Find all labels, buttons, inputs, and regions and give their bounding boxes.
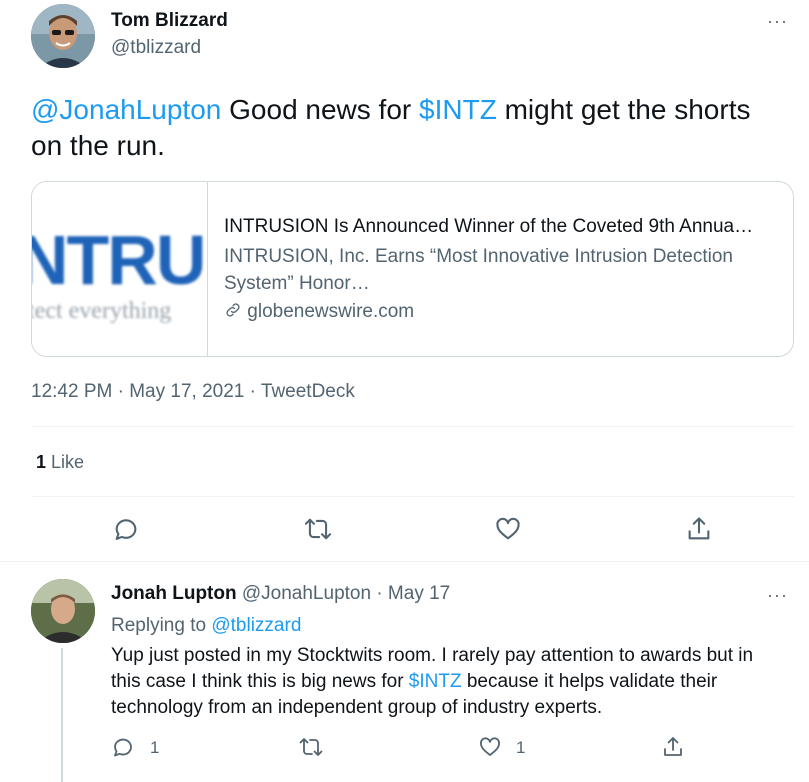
thread-line	[61, 648, 63, 782]
author-name[interactable]: Tom Blizzard	[111, 10, 228, 32]
replying-to: Replying to @tblizzard	[111, 615, 301, 637]
link-preview-card[interactable]: NTRU tect everything INTRUSION Is Announ…	[31, 181, 794, 357]
card-thumbnail: NTRU tect everything	[32, 182, 208, 356]
author-avatar[interactable]	[31, 4, 95, 68]
card-logo-tagline: tect everything	[32, 298, 172, 324]
retweet-icon[interactable]	[303, 515, 333, 543]
reply-header: Jonah Lupton @JonahLupton · May 17	[111, 583, 450, 605]
reply-reply-count: 1	[150, 738, 160, 757]
more-options-icon[interactable]: ···	[767, 12, 788, 30]
reply-more-options-icon[interactable]: ···	[767, 586, 788, 604]
card-title: INTRUSION Is Announced Winner of the Cov…	[224, 216, 754, 237]
tweet-text: @JonahLupton Good news for $INTZ might g…	[31, 92, 771, 164]
author-handle[interactable]: @tblizzard	[111, 37, 201, 59]
reply-share-icon[interactable]	[661, 735, 685, 759]
link-icon	[226, 303, 240, 317]
reply-avatar-photo	[31, 579, 95, 643]
reply-like-icon[interactable]	[478, 735, 502, 759]
likes-label: Like	[46, 452, 85, 472]
share-icon[interactable]	[685, 515, 713, 543]
reply-reply-icon[interactable]	[111, 735, 135, 759]
thread-separator	[0, 561, 809, 562]
reply-retweet-icon[interactable]	[298, 735, 324, 759]
reply-icon[interactable]	[112, 515, 140, 543]
likes-count: 1	[36, 452, 47, 472]
mention-link[interactable]: @JonahLupton	[31, 94, 221, 125]
tweet-timestamp[interactable]: 12:42 PM · May 17, 2021 · TweetDeck	[31, 381, 355, 403]
reply-author-name[interactable]: Jonah Lupton	[111, 583, 237, 604]
reply-like-count: 1	[516, 738, 526, 757]
reply-date[interactable]: · May 17	[376, 583, 450, 604]
divider-2	[32, 496, 794, 497]
divider-1	[32, 426, 794, 427]
replying-to-handle[interactable]: @tblizzard	[211, 615, 301, 636]
reply-cashtag-link[interactable]: $INTZ	[409, 671, 462, 692]
likes-stat[interactable]: 1 Like	[36, 452, 84, 473]
like-icon[interactable]	[494, 515, 522, 543]
replying-to-prefix: Replying to	[111, 615, 212, 636]
card-logo-text: NTRU	[32, 221, 206, 299]
tweet-text-part1: Good news for	[221, 94, 420, 125]
card-description: INTRUSION, Inc. Earns “Most Innovative I…	[224, 246, 733, 294]
card-domain: globenewswire.com	[247, 301, 415, 322]
avatar-photo	[31, 4, 95, 68]
cashtag-link[interactable]: $INTZ	[419, 94, 497, 125]
card-domain-row: globenewswire.com	[224, 301, 414, 323]
reply-author-handle[interactable]: @JonahLupton	[242, 583, 371, 604]
reply-text: Yup just posted in my Stocktwits room. I…	[111, 643, 783, 721]
reply-author-avatar[interactable]	[31, 579, 95, 643]
